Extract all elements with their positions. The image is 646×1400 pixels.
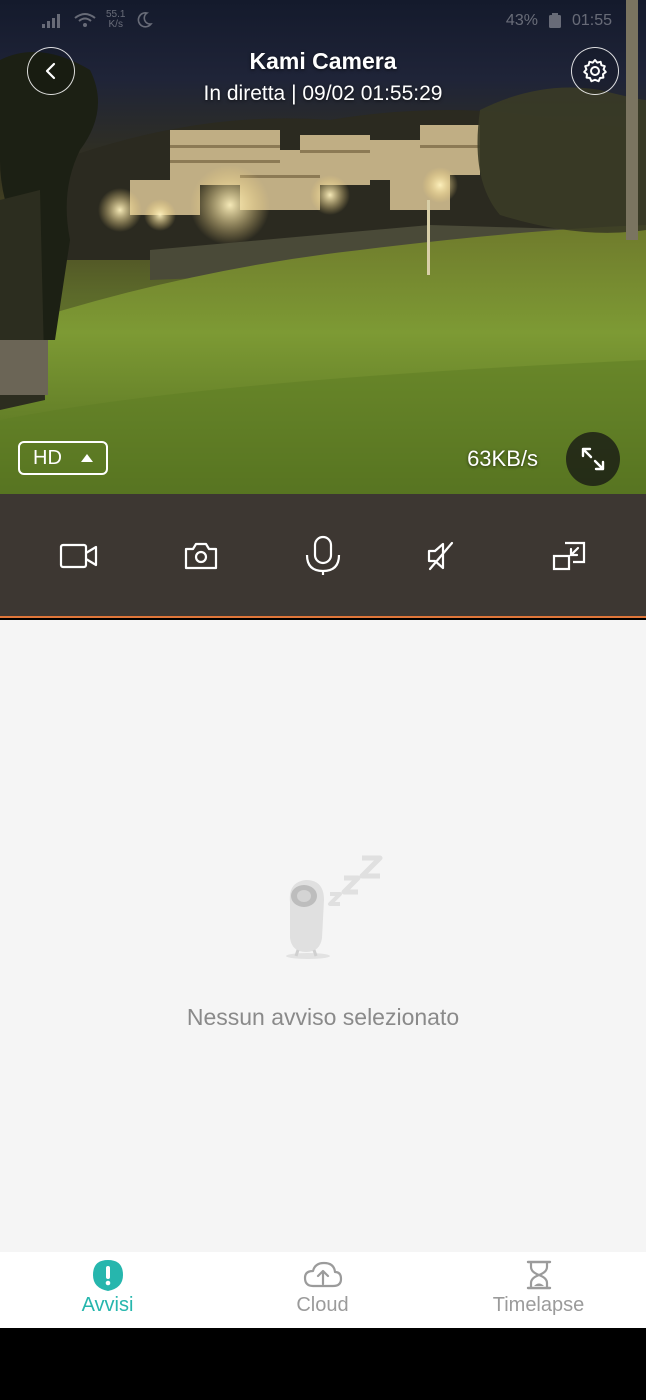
navigation-bar-area — [0, 1328, 646, 1400]
fullscreen-button[interactable] — [566, 432, 620, 486]
gear-icon — [583, 59, 607, 83]
bottom-tab-bar: Avvisi Cloud Timelapse — [0, 1252, 646, 1328]
signal-icon — [42, 14, 60, 28]
alerts-panel: Nessun avviso selezionato — [0, 620, 646, 1252]
tab-timelapse[interactable]: Timelapse — [431, 1252, 646, 1328]
snapshot-camera-icon — [184, 542, 218, 570]
cloud-upload-icon — [303, 1261, 342, 1288]
bitrate-indicator: 63KB/s — [467, 446, 538, 471]
live-video-feed[interactable]: 55.1 K/s 43% 01:55 Kami Camera In dirett… — [0, 0, 646, 494]
system-status-bar: 55.1 K/s 43% 01:55 — [0, 0, 646, 44]
quality-label: HD — [33, 446, 62, 469]
camera-control-bar — [0, 494, 646, 618]
sleeping-camera-icon — [286, 855, 383, 959]
battery-icon — [548, 13, 561, 28]
talk-button[interactable] — [293, 526, 353, 586]
settings-button[interactable] — [571, 47, 619, 95]
minimize-window-icon — [552, 541, 586, 571]
video-quality-selector[interactable]: HD — [18, 441, 108, 475]
tab-cloud[interactable]: Cloud — [215, 1252, 430, 1328]
tab-label: Avvisi — [81, 1294, 134, 1316]
camera-title: Kami Camera — [249, 48, 397, 74]
battery-percent: 43% — [505, 12, 538, 29]
microphone-icon — [305, 535, 341, 575]
caret-up-icon — [81, 454, 93, 462]
wifi-icon — [74, 13, 96, 27]
record-video-button[interactable] — [49, 526, 109, 586]
snapshot-button[interactable] — [171, 526, 231, 586]
speaker-muted-icon — [427, 541, 454, 571]
do-not-disturb-moon-icon — [138, 12, 154, 28]
picture-in-picture-button[interactable] — [539, 526, 599, 586]
mute-audio-button[interactable] — [411, 526, 471, 586]
camera-screen: 55.1 K/s 43% 01:55 Kami Camera In dirett… — [0, 0, 646, 1400]
clock: 01:55 — [571, 12, 612, 29]
live-status-timestamp: In diretta | 09/02 01:55:29 — [203, 82, 443, 105]
network-speed: 55.1 K/s — [106, 9, 126, 30]
alert-icon — [92, 1260, 123, 1291]
expand-arrows-icon — [581, 447, 605, 471]
empty-state-message: Nessun avviso selezionato — [186, 1004, 460, 1030]
tab-label: Cloud — [296, 1294, 349, 1316]
hourglass-icon — [526, 1260, 551, 1290]
tab-label: Timelapse — [492, 1294, 585, 1316]
video-record-icon — [59, 543, 98, 569]
tab-avvisi[interactable]: Avvisi — [0, 1252, 215, 1328]
